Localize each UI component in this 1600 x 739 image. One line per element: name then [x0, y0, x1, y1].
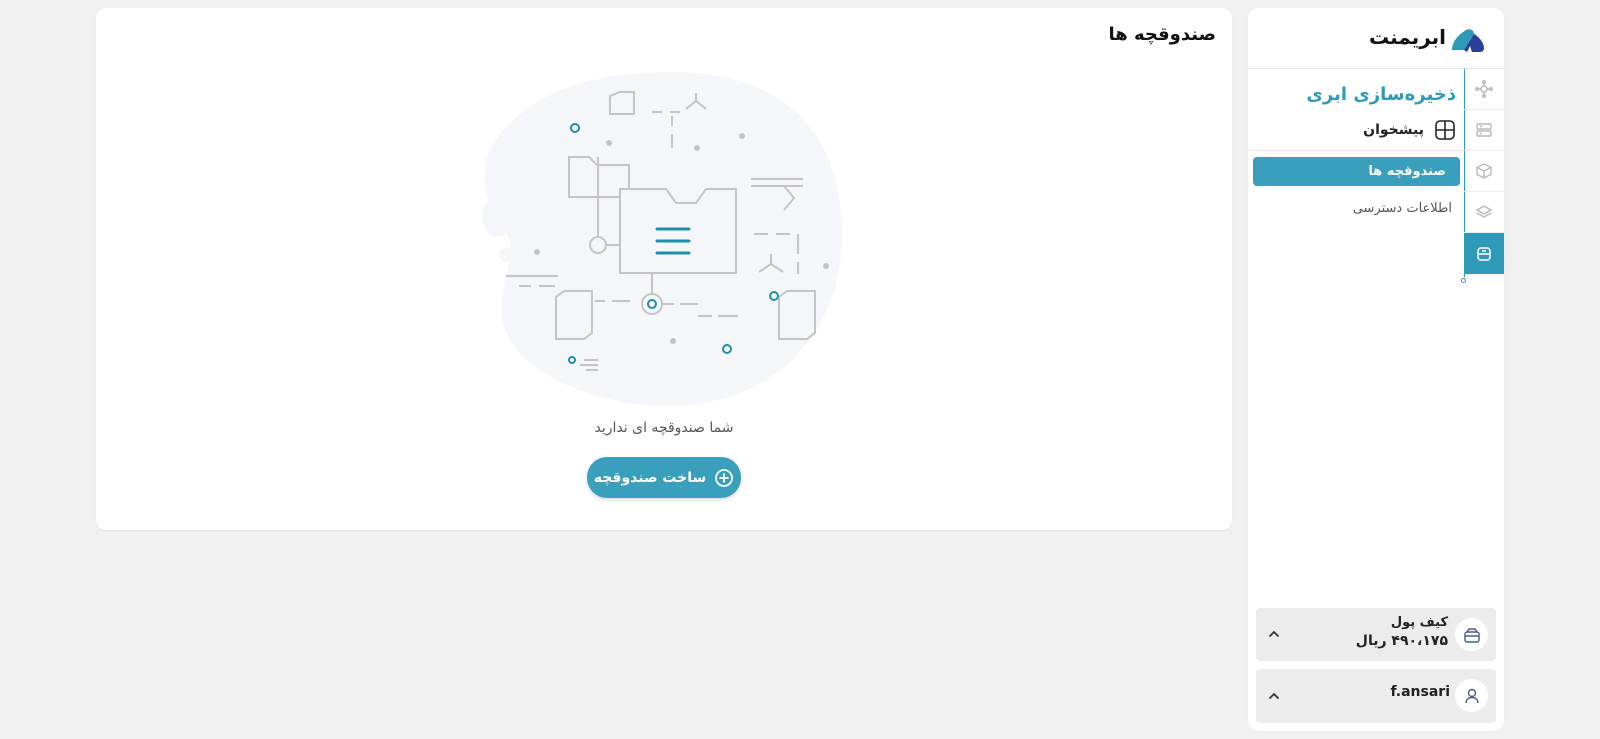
- chevron-up-icon[interactable]: [1266, 626, 1282, 642]
- service-rail: [1464, 69, 1504, 277]
- app-root: صندوقچه ها شما صندوقچه ای ندارید ساخت صن…: [0, 0, 1600, 739]
- rail-item-box[interactable]: [1464, 151, 1504, 192]
- dashboard-icon: [1435, 120, 1455, 140]
- wallet-label: کیف پول: [1390, 615, 1448, 630]
- username: f.ansari: [1390, 684, 1450, 700]
- section-title: ذخیره‌سازی ابری: [1306, 84, 1456, 105]
- dashboard-label: پیشخوان: [1363, 122, 1424, 138]
- user-card[interactable]: f.ansari: [1256, 669, 1496, 723]
- server-icon: [1476, 123, 1492, 137]
- user-icon: [1464, 688, 1479, 703]
- network-icon: [1475, 80, 1493, 98]
- rail-item-server[interactable]: [1464, 110, 1504, 151]
- menu-item-access-info[interactable]: اطلاعات دسترسی: [1353, 201, 1452, 216]
- empty-state-illustration: [482, 72, 843, 406]
- brand-logo-icon[interactable]: [1450, 26, 1486, 54]
- sidebar: ابریمنت: [1248, 8, 1504, 731]
- empty-state-message: شما صندوقچه ای ندارید: [594, 420, 734, 436]
- divider: [1248, 150, 1464, 151]
- plus-circle-icon: [715, 468, 734, 487]
- brand-name[interactable]: ابریمنت: [1369, 25, 1446, 49]
- dashboard-link[interactable]: پیشخوان: [1363, 118, 1456, 142]
- chevron-up-icon[interactable]: [1266, 688, 1282, 704]
- rail-item-storage[interactable]: [1464, 233, 1504, 274]
- wallet-card[interactable]: کیف پول ۴۹۰،۱۷۵ ریال: [1256, 608, 1496, 661]
- wallet-balance: ۴۹۰،۱۷۵ ریال: [1355, 633, 1448, 649]
- menu-item-buckets[interactable]: صندوقچه ها: [1253, 157, 1460, 186]
- wallet-icon: [1463, 627, 1480, 643]
- rail-item-network[interactable]: [1464, 69, 1504, 110]
- box-icon: [1476, 163, 1492, 179]
- page-title: صندوقچه ها: [1108, 24, 1216, 45]
- storage-icon: [1477, 246, 1491, 261]
- user-avatar: [1455, 679, 1488, 712]
- wallet-avatar: [1455, 618, 1488, 651]
- layers-icon: [1475, 205, 1493, 218]
- create-bucket-button[interactable]: ساخت صندوقچه: [587, 457, 741, 498]
- create-bucket-label: ساخت صندوقچه: [593, 469, 707, 486]
- rail-item-layers[interactable]: [1464, 192, 1504, 233]
- rail-indicator-dot: [1461, 278, 1466, 283]
- main-panel: صندوقچه ها شما صندوقچه ای ندارید ساخت صن…: [96, 8, 1232, 530]
- brand-header: ابریمنت: [1248, 8, 1504, 69]
